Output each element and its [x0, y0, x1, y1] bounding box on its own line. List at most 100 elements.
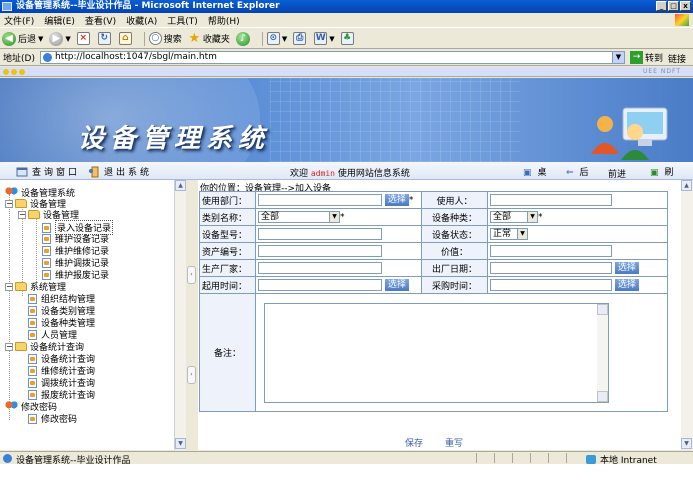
print-icon[interactable]: ⎙	[293, 32, 307, 45]
nav-tree: 设备管理系统 − 设备管理 − 设备管理 录入设备记录 维护设备记录 维护维修记…	[0, 180, 186, 450]
go-label: 转到	[645, 54, 664, 64]
scroll-down-icon[interactable]	[597, 390, 608, 402]
stop-icon[interactable]: ×	[76, 32, 90, 45]
model-input[interactable]	[258, 228, 382, 240]
save-button[interactable]: 保存	[405, 436, 423, 449]
history-dropdown-icon[interactable]: ▼	[282, 35, 287, 43]
menu-view[interactable]: 查看(V)	[85, 14, 116, 27]
page-icon	[43, 53, 52, 62]
page-icon	[42, 257, 51, 268]
folder-open-icon	[15, 342, 27, 351]
folder-open-icon	[15, 199, 27, 208]
address-bar: 地址(D) http://localhost:1047/sbgl/main.ht…	[0, 50, 693, 66]
favorites-star-icon: ★	[188, 31, 201, 46]
model-label: 设备型号：	[199, 225, 256, 243]
header-banner: 设备管理系统	[0, 78, 693, 162]
scroll-down-icon[interactable]: ▼	[175, 438, 186, 449]
price-label: 价值：	[421, 242, 488, 260]
edit-button[interactable]: W ▼	[314, 32, 335, 45]
favorites-button[interactable]: ★ 收藏夹	[188, 31, 229, 46]
menu-edit[interactable]: 编辑(E)	[44, 14, 75, 27]
address-dropdown-icon[interactable]: ▼	[612, 52, 624, 63]
page-icon	[28, 389, 37, 400]
menu-favorites[interactable]: 收藏(A)	[126, 14, 157, 27]
purchase-input[interactable]	[490, 279, 612, 291]
note-textarea[interactable]	[264, 302, 609, 403]
date-label: 出厂日期：	[421, 259, 488, 277]
user-input[interactable]	[490, 194, 612, 206]
note-scrollbar[interactable]	[597, 303, 608, 402]
home-icon[interactable]: ⌂	[118, 32, 132, 45]
required-mark: *	[408, 195, 414, 206]
collapse-icon[interactable]: −	[5, 342, 13, 351]
price-input[interactable]	[490, 245, 612, 257]
nav-query-window[interactable]: 查询窗口	[32, 165, 80, 178]
scroll-up-icon[interactable]: ▲	[175, 180, 186, 191]
forward-dropdown-icon[interactable]: ▼	[65, 35, 70, 43]
date-input[interactable]	[490, 262, 612, 274]
links-strip: UEE NDFT	[0, 67, 693, 77]
edit-dropdown-icon[interactable]: ▼	[329, 35, 334, 43]
search-button[interactable]: ○ 搜索	[148, 32, 182, 45]
chevron-down-icon: ▼	[517, 229, 527, 239]
tree-scrollbar[interactable]: ▲ ▼	[174, 180, 186, 450]
form-actions: 保存 重写	[405, 436, 463, 449]
scroll-down-icon[interactable]: ▼	[681, 438, 692, 449]
collapse-icon[interactable]: −	[18, 210, 26, 219]
desktop-icon: ▣	[523, 168, 532, 178]
kind-label: 设备种类：	[421, 208, 488, 226]
page-icon	[28, 353, 37, 364]
links-button[interactable]: 链接	[668, 52, 686, 65]
start-select-button[interactable]: 选择	[384, 279, 409, 291]
page-icon	[42, 222, 51, 233]
dept-input[interactable]	[258, 194, 382, 206]
tree-item[interactable]: 修改密码	[28, 412, 77, 425]
media-icon[interactable]: ♪	[235, 31, 250, 46]
browser-window: 设备管理系统--毕业设计作品 - Microsoft Internet Expl…	[0, 0, 693, 480]
maximize-button[interactable]: □	[668, 1, 679, 11]
start-input[interactable]	[258, 279, 382, 291]
banner-title: 设备管理系统	[78, 124, 271, 154]
back-dropdown-icon[interactable]: ▼	[38, 35, 43, 43]
scroll-up-icon[interactable]	[597, 303, 608, 315]
menu-tools[interactable]: 工具(T)	[167, 14, 198, 27]
expand-right-icon[interactable]: ›	[187, 366, 196, 384]
go-arrow-icon: →	[630, 51, 643, 64]
purchase-select-button[interactable]: 选择	[614, 279, 639, 291]
search-label: 搜索	[163, 35, 182, 45]
close-button[interactable]: x	[680, 1, 691, 11]
address-input[interactable]: http://localhost:1047/sbgl/main.htm ▼	[40, 51, 625, 64]
start-label: 起用时间：	[199, 276, 256, 294]
nav-logout[interactable]: 退出系统	[104, 165, 152, 178]
scroll-up-icon[interactable]: ▲	[681, 180, 692, 191]
messenger-icon[interactable]: ♣	[340, 32, 354, 45]
maker-input[interactable]	[258, 262, 382, 274]
maker-label: 生产厂家：	[199, 259, 256, 277]
back-button[interactable]: ◀ 后退 ▼	[2, 31, 43, 46]
menu-help[interactable]: 帮助(H)	[208, 14, 240, 27]
forward-button[interactable]: ▶ ▼	[49, 31, 71, 46]
standard-toolbar: ◀ 后退 ▼ ▶ ▼ × ↻ ⌂ ○ 搜索 ★ 收藏夹 ♪ ⊙ ▼ ⎙ W ▼	[0, 29, 693, 49]
page-icon	[28, 365, 37, 376]
collapse-icon[interactable]: −	[5, 199, 13, 208]
category-select[interactable]: 全部 ▼	[258, 211, 340, 223]
asset-input[interactable]	[258, 245, 382, 257]
kind-select[interactable]: 全部 ▼	[490, 211, 538, 223]
minimize-button[interactable]: _	[656, 1, 667, 11]
reset-button[interactable]: 重写	[445, 436, 463, 449]
frame-splitter[interactable]: ‹ ›	[186, 180, 198, 450]
go-button[interactable]: → 转到	[630, 51, 663, 64]
main-scrollbar[interactable]: ▲ ▼	[681, 180, 693, 450]
history-button[interactable]: ⊙ ▼	[266, 32, 287, 45]
date-select-button[interactable]: 选择	[614, 262, 639, 274]
status-select[interactable]: 正常 ▼	[490, 228, 528, 240]
forward-arrow-icon: ▶	[49, 31, 64, 46]
refresh-icon[interactable]: ↻	[97, 32, 111, 45]
page-status-icon	[3, 454, 12, 463]
menu-file[interactable]: 文件(F)	[4, 14, 34, 27]
page-icon	[28, 413, 37, 424]
collapse-left-icon[interactable]: ‹	[187, 266, 196, 284]
collapse-icon[interactable]: −	[5, 282, 13, 291]
category-label: 类别名称：	[199, 208, 256, 226]
dept-select-button[interactable]: 选择	[384, 194, 409, 206]
